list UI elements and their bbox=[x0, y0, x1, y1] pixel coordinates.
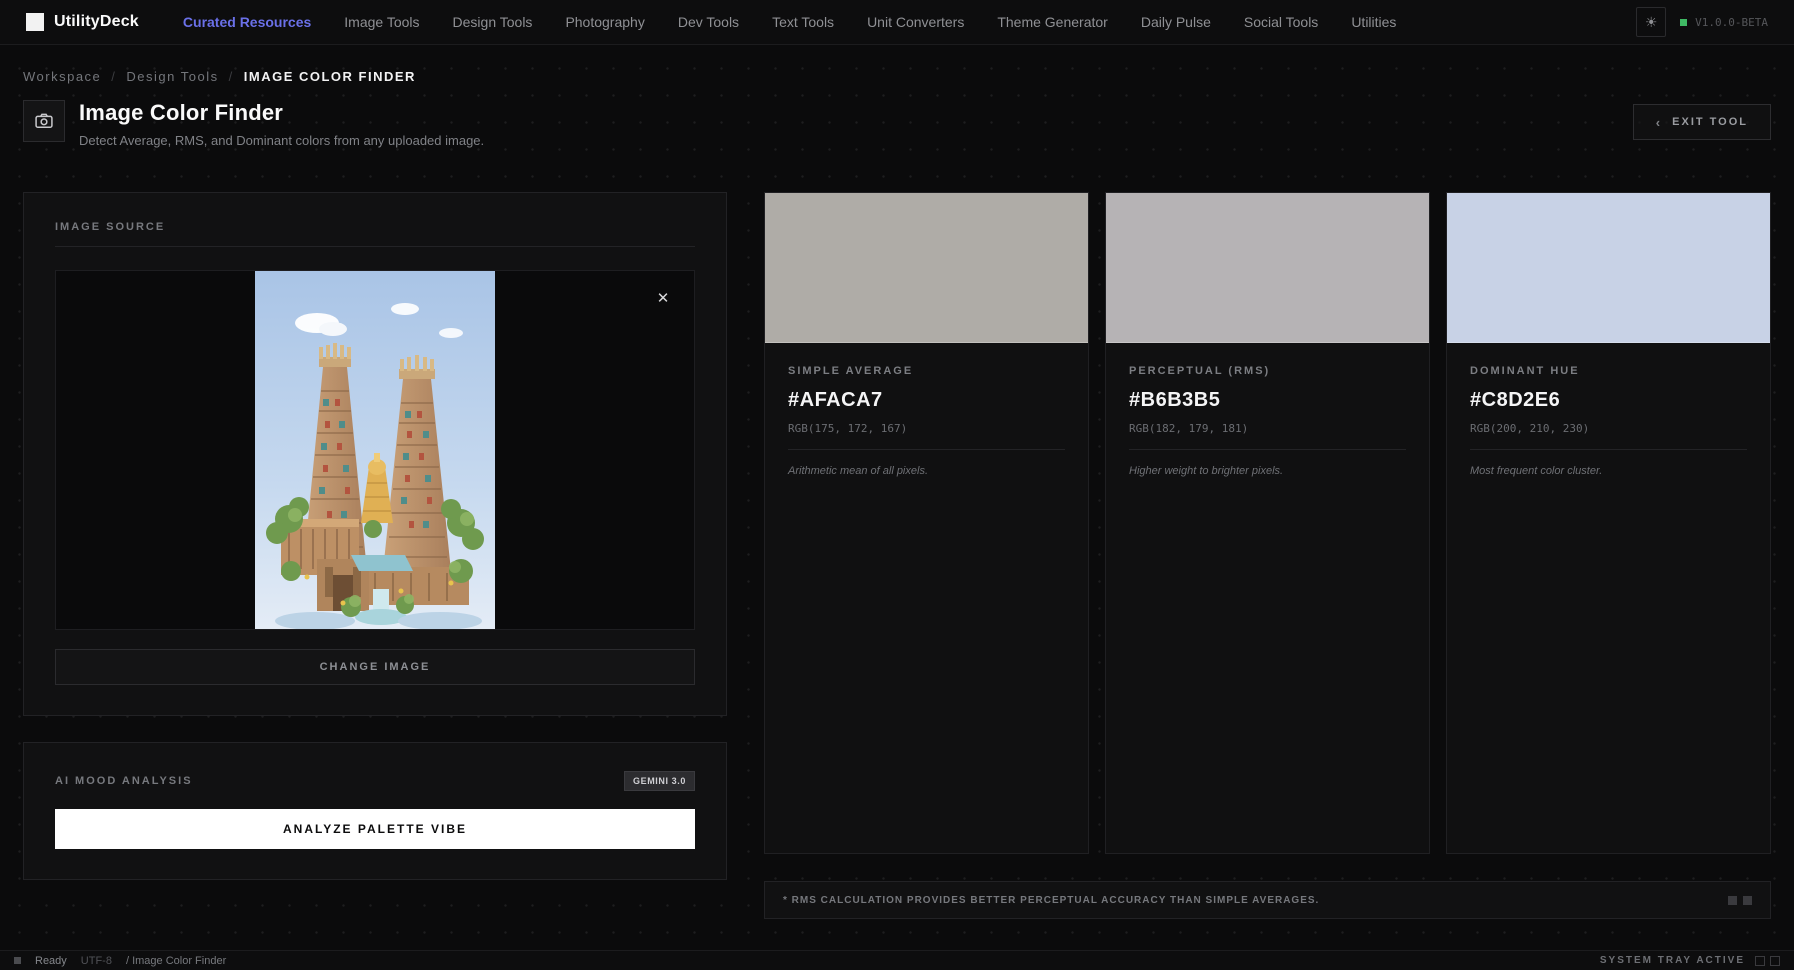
color-cards: SIMPLE AVERAGE #AFACA7 RGB(175, 172, 167… bbox=[764, 192, 1771, 854]
nav-item-curated-resources[interactable]: Curated Resources bbox=[183, 14, 311, 30]
theme-toggle-button[interactable]: ☀ bbox=[1636, 7, 1666, 37]
version-indicator: V1.0.0-BETA bbox=[1680, 16, 1768, 29]
page-header: Image Color Finder Detect Average, RMS, … bbox=[23, 100, 1771, 148]
results-column: SIMPLE AVERAGE #AFACA7 RGB(175, 172, 167… bbox=[764, 192, 1771, 919]
workspace: Workspace / Design Tools / IMAGE COLOR FINDE… bbox=[0, 45, 1794, 950]
nav-item-photography[interactable]: Photography bbox=[565, 14, 644, 30]
exit-tool-label: EXIT TOOL bbox=[1672, 116, 1748, 128]
hex-value: #C8D2E6 bbox=[1470, 389, 1747, 412]
page-subtitle: Detect Average, RMS, and Dominant colors… bbox=[79, 133, 484, 148]
rgb-value: RGB(175, 172, 167) bbox=[788, 422, 1065, 435]
image-source-label: IMAGE SOURCE bbox=[55, 221, 695, 233]
breadcrumb-item[interactable]: Workspace bbox=[23, 69, 101, 84]
nav-item-image-tools[interactable]: Image Tools bbox=[344, 14, 419, 30]
status-bar: Ready UTF-8 / Image Color Finder SYSTEM … bbox=[0, 950, 1794, 970]
color-swatch bbox=[1106, 193, 1429, 343]
change-image-button[interactable]: CHANGE IMAGE bbox=[55, 649, 695, 685]
breadcrumb-item[interactable]: Design Tools bbox=[126, 69, 218, 84]
close-icon: ✕ bbox=[657, 289, 670, 307]
ai-mood-panel: AI MOOD ANALYSIS GEMINI 3.0 ANALYZE PALE… bbox=[23, 742, 727, 880]
system-tray-label: SYSTEM TRAY ACTIVE bbox=[1600, 955, 1745, 966]
hex-value: #B6B3B5 bbox=[1129, 389, 1406, 412]
nav-item-daily-pulse[interactable]: Daily Pulse bbox=[1141, 14, 1211, 30]
camera-icon bbox=[23, 100, 65, 142]
breadcrumb: Workspace / Design Tools / IMAGE COLOR FINDE… bbox=[23, 45, 1771, 84]
page-title: Image Color Finder bbox=[79, 100, 484, 126]
divider bbox=[788, 449, 1065, 450]
divider bbox=[1470, 449, 1747, 450]
nav-item-unit-converters[interactable]: Unit Converters bbox=[867, 14, 964, 30]
analyze-palette-vibe-button[interactable]: ANALYZE PALETTE VIBE bbox=[55, 809, 695, 849]
brand-logo-icon bbox=[26, 13, 44, 31]
remove-image-button[interactable]: ✕ bbox=[650, 285, 676, 311]
uploaded-image bbox=[255, 271, 495, 629]
nav-item-text-tools[interactable]: Text Tools bbox=[772, 14, 834, 30]
footnote-squares-icon bbox=[1728, 896, 1752, 905]
card-label: PERCEPTUAL (RMS) bbox=[1129, 365, 1406, 377]
status-dot-icon bbox=[1680, 19, 1687, 26]
ready-label: Ready bbox=[35, 955, 67, 967]
sun-icon: ☀ bbox=[1645, 14, 1658, 31]
chevron-left-icon: ‹ bbox=[1656, 115, 1662, 130]
divider bbox=[1129, 449, 1406, 450]
breadcrumb-item: IMAGE COLOR FINDER bbox=[244, 69, 416, 84]
brand[interactable]: UtilityDeck bbox=[26, 13, 139, 31]
card-label: SIMPLE AVERAGE bbox=[788, 365, 1065, 377]
rms-footnote: * RMS CALCULATION PROVIDES BETTER PERCEP… bbox=[764, 881, 1771, 919]
left-column: IMAGE SOURCE bbox=[23, 192, 727, 919]
top-nav: UtilityDeck Curated Resources Image Tools… bbox=[0, 0, 1794, 45]
gemini-badge: GEMINI 3.0 bbox=[624, 771, 695, 791]
image-source-panel: IMAGE SOURCE bbox=[23, 192, 727, 716]
card-label: DOMINANT HUE bbox=[1470, 365, 1747, 377]
card-perceptual-rms: PERCEPTUAL (RMS) #B6B3B5 RGB(182, 179, 1… bbox=[1105, 192, 1430, 854]
ready-dot-icon bbox=[14, 957, 21, 964]
nav-item-social-tools[interactable]: Social Tools bbox=[1244, 14, 1318, 30]
hex-value: #AFACA7 bbox=[788, 389, 1065, 412]
nav-links: Curated Resources Image Tools Design Tools… bbox=[183, 14, 1636, 30]
card-description: Most frequent color cluster. bbox=[1470, 465, 1747, 477]
brand-name: UtilityDeck bbox=[54, 13, 139, 31]
nav-item-utilities[interactable]: Utilities bbox=[1351, 14, 1396, 30]
rgb-value: RGB(200, 210, 230) bbox=[1470, 422, 1747, 435]
card-dominant-hue: DOMINANT HUE #C8D2E6 RGB(200, 210, 230) … bbox=[1446, 192, 1771, 854]
nav-item-dev-tools[interactable]: Dev Tools bbox=[678, 14, 739, 30]
nav-item-design-tools[interactable]: Design Tools bbox=[453, 14, 533, 30]
ai-mood-label: AI MOOD ANALYSIS bbox=[55, 775, 193, 787]
encoding-label: UTF-8 bbox=[81, 955, 112, 967]
card-description: Higher weight to brighter pixels. bbox=[1129, 465, 1406, 477]
image-preview-box: ✕ bbox=[55, 270, 695, 630]
active-tool-label: / Image Color Finder bbox=[126, 955, 226, 967]
nav-right: ☀ V1.0.0-BETA bbox=[1636, 7, 1768, 37]
nav-item-theme-generator[interactable]: Theme Generator bbox=[997, 14, 1108, 30]
card-simple-average: SIMPLE AVERAGE #AFACA7 RGB(175, 172, 167… bbox=[764, 192, 1089, 854]
color-swatch bbox=[1447, 193, 1770, 343]
page-title-block: Image Color Finder Detect Average, RMS, … bbox=[79, 100, 484, 148]
breadcrumb-separator: / bbox=[229, 69, 234, 84]
tray-icons[interactable] bbox=[1755, 956, 1780, 966]
color-swatch bbox=[765, 193, 1088, 343]
card-description: Arithmetic mean of all pixels. bbox=[788, 465, 1065, 477]
footnote-text: * RMS CALCULATION PROVIDES BETTER PERCEP… bbox=[783, 895, 1319, 906]
version-label: V1.0.0-BETA bbox=[1695, 16, 1768, 29]
divider bbox=[55, 246, 695, 247]
exit-tool-button[interactable]: ‹ EXIT TOOL bbox=[1633, 104, 1771, 140]
content: IMAGE SOURCE bbox=[23, 192, 1771, 919]
breadcrumb-separator: / bbox=[111, 69, 116, 84]
rgb-value: RGB(182, 179, 181) bbox=[1129, 422, 1406, 435]
